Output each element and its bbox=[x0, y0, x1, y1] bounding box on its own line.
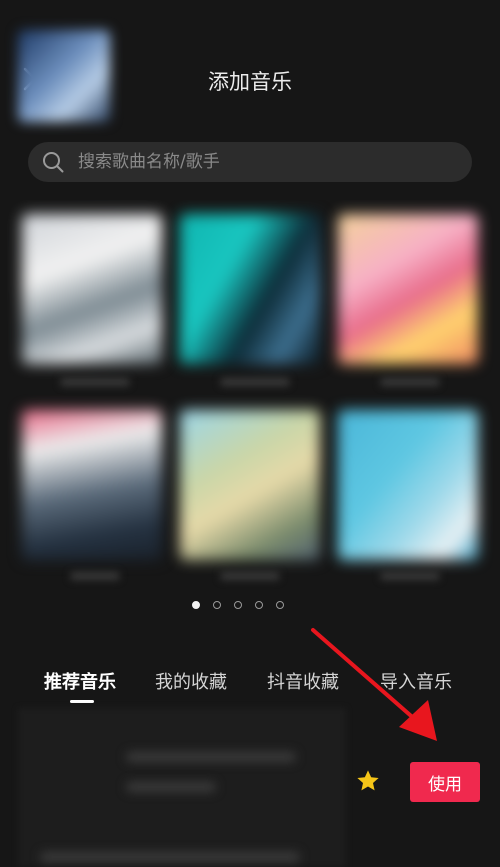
album-tile[interactable] bbox=[180, 214, 320, 364]
album-tile[interactable] bbox=[338, 410, 478, 560]
tab-douyin-favorites[interactable]: 抖音收藏 bbox=[267, 668, 339, 694]
album-tile[interactable] bbox=[180, 410, 320, 560]
tab-recommended[interactable]: 推荐音乐 bbox=[44, 668, 116, 694]
album-caption bbox=[60, 378, 130, 386]
song-next-row-placeholder bbox=[40, 852, 300, 862]
search-bar[interactable] bbox=[28, 142, 472, 182]
album-grid bbox=[0, 200, 500, 592]
star-icon[interactable] bbox=[355, 768, 381, 794]
search-input[interactable] bbox=[76, 151, 440, 173]
song-cover-thumbnail[interactable] bbox=[18, 30, 110, 122]
album-caption bbox=[70, 572, 120, 580]
pagination-dot[interactable] bbox=[276, 601, 284, 609]
tab-my-favorites[interactable]: 我的收藏 bbox=[155, 668, 227, 694]
active-tab-indicator bbox=[70, 700, 94, 703]
use-button[interactable]: 使用 bbox=[410, 762, 480, 802]
tab-import-music[interactable]: 导入音乐 bbox=[380, 668, 452, 694]
pagination-dot[interactable] bbox=[255, 601, 263, 609]
album-caption bbox=[380, 378, 440, 386]
album-tile[interactable] bbox=[22, 410, 162, 560]
album-caption bbox=[220, 378, 290, 386]
song-title-placeholder bbox=[126, 752, 296, 762]
album-tile[interactable] bbox=[338, 214, 478, 364]
pagination-dot-active[interactable] bbox=[192, 601, 200, 609]
carousel-pagination bbox=[192, 601, 284, 609]
album-tile[interactable] bbox=[22, 214, 162, 364]
song-artist-placeholder bbox=[126, 782, 216, 792]
album-caption bbox=[220, 572, 280, 580]
pagination-dot[interactable] bbox=[234, 601, 242, 609]
pagination-dot[interactable] bbox=[213, 601, 221, 609]
search-icon bbox=[43, 152, 64, 173]
album-caption bbox=[380, 572, 440, 580]
